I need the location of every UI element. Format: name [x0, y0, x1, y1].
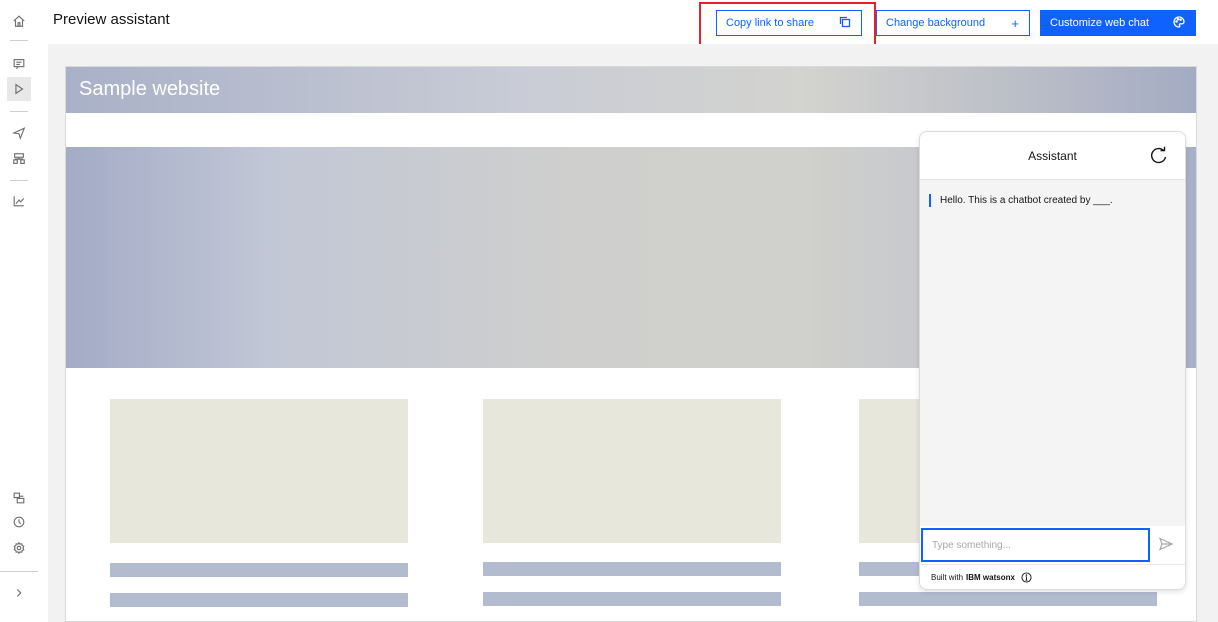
sidebar-divider: [10, 111, 28, 112]
send-icon[interactable]: [1158, 536, 1176, 554]
customize-label: Customize web chat: [1050, 17, 1150, 29]
sidebar-divider: [10, 40, 28, 41]
content-bar: [483, 592, 781, 606]
left-sidebar: [0, 0, 38, 622]
preview-icon[interactable]: [7, 77, 31, 101]
content-card: [483, 399, 781, 543]
expand-icon[interactable]: [7, 581, 31, 605]
history-icon[interactable]: [7, 510, 31, 534]
chat-footer: Built with IBM watsonx: [920, 564, 1185, 589]
chat-input-area: [920, 526, 1185, 564]
actions-icon[interactable]: [7, 52, 31, 76]
sidebar-divider: [0, 571, 38, 572]
customize-web-chat-button[interactable]: Customize web chat: [1040, 10, 1196, 36]
footer-brand: IBM watsonx: [966, 573, 1015, 582]
footer-prefix: Built with: [931, 573, 964, 582]
sidebar-divider: [10, 180, 28, 181]
add-icon: +: [1011, 15, 1019, 31]
home-icon[interactable]: [7, 9, 31, 33]
content-bar: [859, 592, 1157, 606]
change-background-label: Change background: [886, 17, 986, 29]
analytics-icon[interactable]: [7, 189, 31, 213]
publish-icon[interactable]: [7, 121, 31, 145]
content-bar: [110, 563, 408, 577]
content-bar: [483, 562, 781, 576]
palette-icon: [1173, 15, 1185, 31]
page-title: Preview assistant: [53, 11, 170, 28]
environments-icon[interactable]: [7, 147, 31, 171]
site-title: Sample website: [79, 78, 221, 100]
assistant-message: Hello. This is a chatbot created by ___.: [929, 194, 1113, 207]
content-bar: [110, 593, 408, 607]
site-header: Sample website: [66, 67, 1196, 113]
settings-icon[interactable]: [7, 536, 31, 560]
highlight-box: [699, 2, 876, 50]
chat-widget: Assistant Hello. This is a chatbot creat…: [919, 131, 1186, 590]
chat-header: Assistant: [920, 132, 1185, 180]
integrations-icon[interactable]: [7, 486, 31, 510]
info-icon[interactable]: [1021, 572, 1032, 583]
chat-title: Assistant: [1028, 149, 1077, 163]
content-card: [110, 399, 408, 543]
chat-message-input[interactable]: [921, 528, 1150, 562]
restart-icon[interactable]: [1149, 146, 1169, 166]
change-background-button[interactable]: Change background +: [876, 10, 1030, 36]
